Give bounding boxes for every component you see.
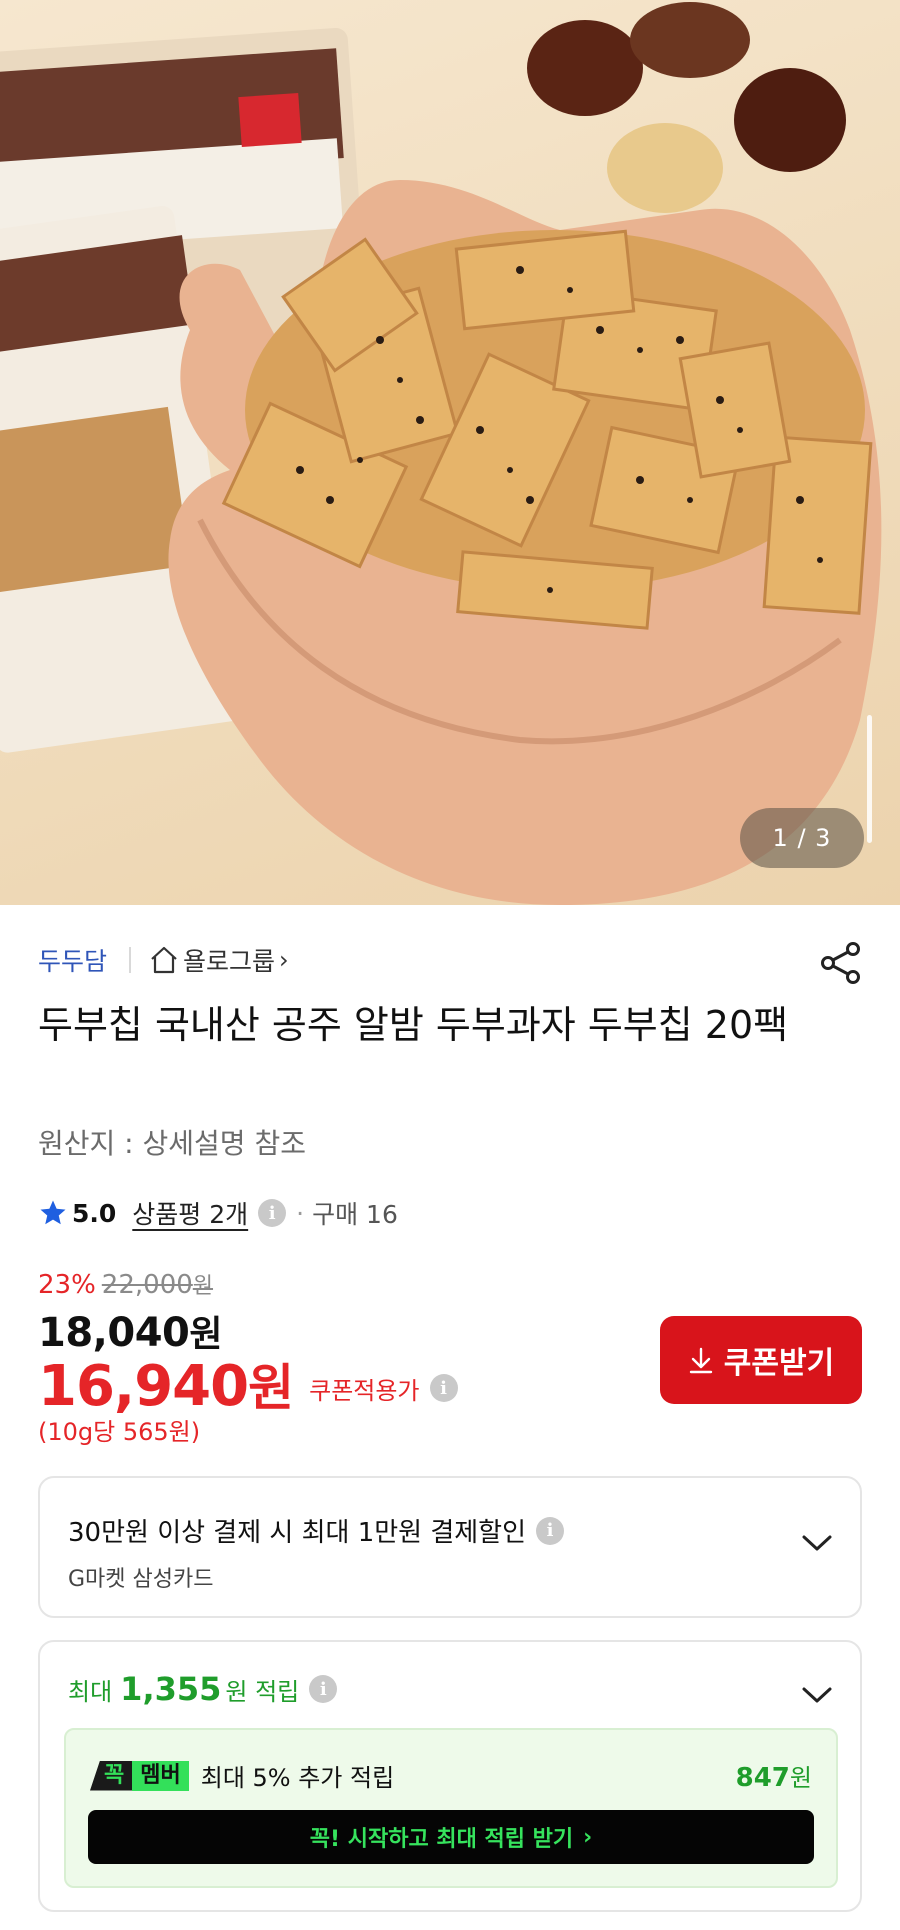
- product-origin: 원산지 : 상세설명 참조: [38, 1127, 306, 1160]
- review-count-link[interactable]: 상품평 2개: [132, 1195, 248, 1231]
- card-discount-title-row: 30만원 이상 결제 시 최대 1만원 결제할인 i: [68, 1512, 565, 1549]
- discount-row: 23% 22,000원: [38, 1268, 213, 1300]
- member-join-button[interactable]: 꼭! 시작하고 최대 적립 받기 ›: [88, 1810, 814, 1864]
- product-image-carousel[interactable]: 1 / 3: [0, 0, 900, 905]
- store-link[interactable]: 욜로그룹 ›: [149, 942, 289, 978]
- get-coupon-label: 쿠폰받기: [723, 1346, 835, 1381]
- coupon-price-row: 16,940원 쿠폰적용가 i: [38, 1348, 458, 1420]
- info-icon[interactable]: i: [258, 1199, 287, 1227]
- coupon-price: 16,940원: [38, 1354, 294, 1419]
- points-suffix: 원 적립: [225, 1677, 300, 1706]
- store-name: 욜로그룹: [183, 947, 276, 976]
- member-benefit-box: 꼭 멤버 최대 5% 추가 적립 847원 꼭! 시작하고 최대 적립 받기 ›: [64, 1728, 838, 1888]
- store-chevron: ›: [279, 946, 289, 974]
- points-header: 최대 1,355 원 적립 i: [68, 1670, 338, 1708]
- divider: [129, 947, 132, 973]
- discount-percent: 23%: [38, 1270, 96, 1300]
- seller-row: 두두담 욜로그룹 ›: [38, 940, 289, 980]
- image-counter: 1 / 3: [740, 808, 864, 868]
- member-points-amount: 847원: [735, 1763, 812, 1793]
- member-join-label: 꼭! 시작하고 최대 적립 받기: [309, 1827, 574, 1852]
- unit-price: (10g당 565원): [38, 1418, 201, 1446]
- info-icon[interactable]: i: [309, 1675, 338, 1703]
- home-icon: [151, 946, 177, 974]
- info-icon[interactable]: i: [536, 1516, 565, 1545]
- product-photo: [0, 2, 882, 905]
- member-badge: 꼭 멤버: [90, 1760, 189, 1791]
- share-icon[interactable]: [818, 940, 864, 986]
- points-prefix: 최대: [68, 1677, 113, 1706]
- coupon-price-label: 쿠폰적용가: [309, 1376, 420, 1405]
- original-price: 22,000원: [101, 1270, 214, 1300]
- get-coupon-button[interactable]: 쿠폰받기: [660, 1316, 862, 1404]
- member-benefit-row: 꼭 멤버 최대 5% 추가 적립: [90, 1758, 394, 1793]
- purchase-count: 구매 16: [312, 1200, 398, 1229]
- rating-score: 5.0: [72, 1198, 117, 1228]
- scroll-indicator: [867, 715, 872, 843]
- points-amount: 1,355: [120, 1670, 222, 1708]
- chevron-down-icon[interactable]: [800, 1532, 834, 1554]
- points-panel: 최대 1,355 원 적립 i 꼭 멤버 최대 5% 추가 적립 847원 꼭! …: [38, 1640, 862, 1912]
- info-icon[interactable]: i: [429, 1374, 458, 1402]
- card-discount-panel[interactable]: 30만원 이상 결제 시 최대 1만원 결제할인 i G마켓 삼성카드: [38, 1476, 862, 1618]
- rating-row: 5.0 상품평 2개 i · 구매 16: [38, 1193, 398, 1233]
- product-title: 두부칩 국내산 공주 알밤 두부과자 두부칩 20팩: [38, 1003, 789, 1047]
- star-icon: [40, 1200, 66, 1225]
- card-discount-title: 30만원 이상 결제 시 최대 1만원 결제할인: [68, 1518, 527, 1548]
- brand-link[interactable]: 두두담: [38, 942, 107, 978]
- chevron-down-icon[interactable]: [800, 1684, 834, 1706]
- download-icon: [689, 1347, 712, 1374]
- member-benefit-text: 최대 5% 추가 적립: [200, 1764, 395, 1792]
- chevron-right-icon: ›: [583, 1824, 593, 1850]
- card-name: G마켓 삼성카드: [68, 1567, 214, 1592]
- separator-dot: ·: [296, 1198, 305, 1228]
